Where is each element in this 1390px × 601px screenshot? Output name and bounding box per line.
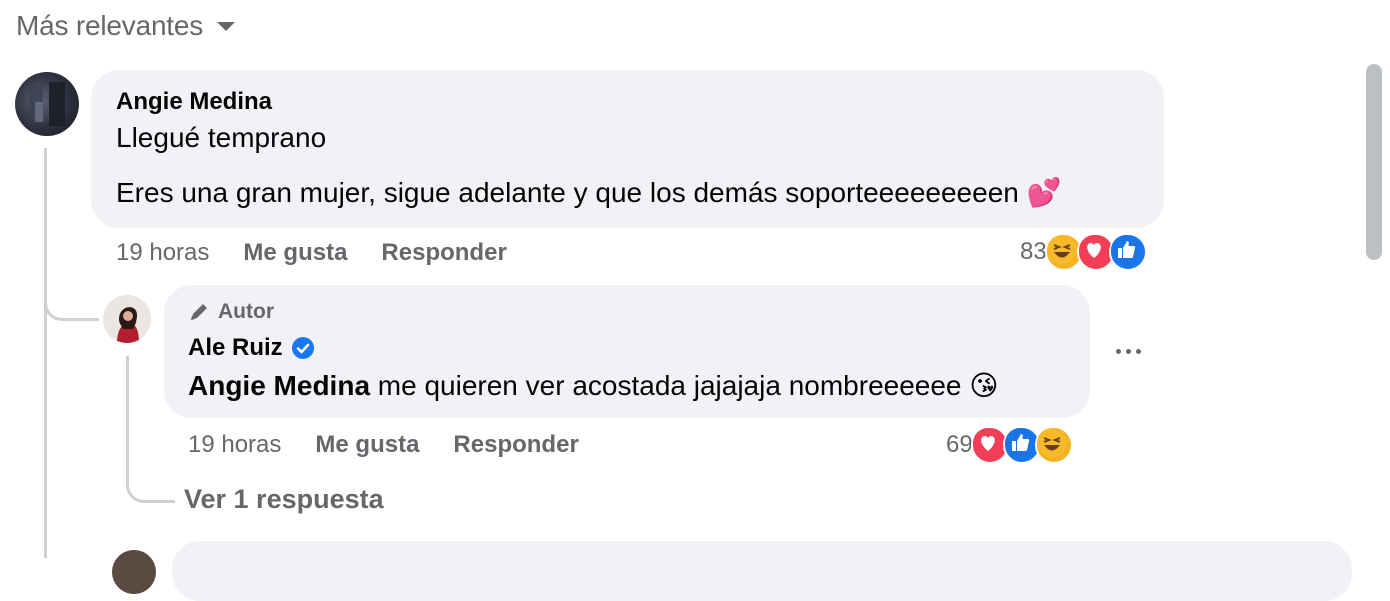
pen-icon [191, 304, 207, 320]
scrollbar-thumb[interactable] [1366, 64, 1382, 260]
thread-line-sub [126, 356, 129, 474]
comment-timestamp[interactable]: 19 horas [116, 239, 209, 267]
caret-down-icon [217, 21, 236, 31]
reply-timestamp[interactable]: 19 horas [188, 431, 281, 459]
comment-text: Eres una gran mujer, sigue adelante y qu… [116, 177, 1019, 208]
comment-text-line: Llegué temprano [116, 122, 327, 153]
avatar-ale-ruiz[interactable] [103, 295, 151, 343]
thread-connector-reply [44, 288, 99, 321]
reply-text: Angie Medina me quieren ver acostada jaj… [188, 368, 999, 404]
thread-connector-view-replies [126, 470, 175, 503]
like-button[interactable]: Me gusta [243, 239, 347, 267]
comment-bubble: Angie Medina Llegué temprano Eres una gr… [91, 70, 1164, 228]
mention-link[interactable]: Angie Medina [188, 370, 370, 401]
view-replies-link[interactable]: Ver 1 respuesta [184, 484, 384, 515]
reply-reaction-summary[interactable]: 69 [946, 426, 1073, 464]
next-comment-bubble [172, 541, 1352, 601]
avatar-angie-medina[interactable] [15, 72, 79, 136]
reply-button[interactable]: Responder [381, 239, 506, 267]
reply-actions: 19 horas Me gusta Responder [188, 430, 613, 460]
thread-line-main [44, 148, 47, 558]
haha-icon [1034, 426, 1073, 464]
like-button[interactable]: Me gusta [315, 431, 419, 459]
dot [1126, 349, 1131, 354]
like-icon [1108, 233, 1147, 271]
reaction-count: 69 [946, 431, 973, 458]
verified-badge-icon [291, 337, 314, 359]
comment-text-line: Eres una gran mujer, sigue adelante y qu… [116, 175, 1062, 211]
avatar-next-comment[interactable] [112, 550, 156, 594]
reply-bubble: Autor Ale Ruiz Angie Medina me quieren v… [164, 285, 1090, 418]
kiss-emoji: 😘 [969, 370, 999, 401]
reaction-count: 83 [1020, 238, 1047, 265]
comment-actions: 19 horas Me gusta Responder [116, 238, 541, 268]
reply-button[interactable]: Responder [453, 431, 578, 459]
dot [1116, 349, 1121, 354]
comment-author[interactable]: Angie Medina [116, 88, 272, 116]
reply-author-row: Ale Ruiz [188, 334, 315, 362]
more-options-button[interactable] [1116, 349, 1141, 354]
dot [1136, 349, 1141, 354]
author-badge: Autor [188, 300, 274, 324]
reply-author[interactable]: Ale Ruiz [188, 334, 283, 362]
sort-dropdown[interactable]: Más relevantes [16, 8, 236, 44]
reaction-summary[interactable]: 83 [1020, 233, 1147, 271]
author-badge-label: Autor [218, 300, 274, 323]
sort-label: Más relevantes [16, 10, 204, 41]
reply-text-body: me quieren ver acostada jajajaja nombree… [370, 370, 962, 401]
two-hearts-emoji: 💕 [1026, 177, 1062, 208]
